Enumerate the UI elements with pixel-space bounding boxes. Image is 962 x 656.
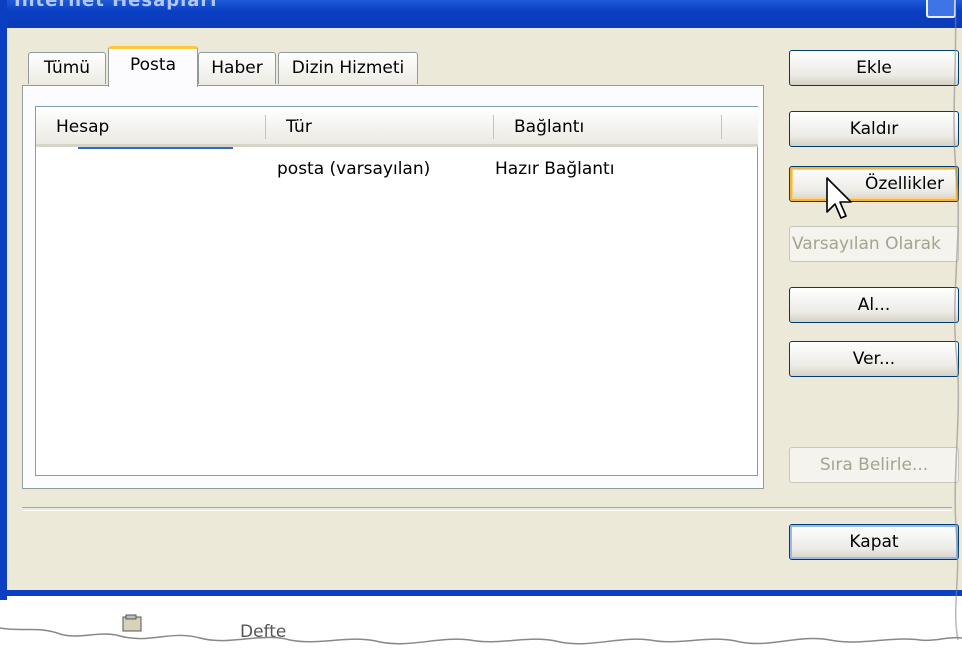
mouse-cursor-icon <box>826 177 852 219</box>
tab-mail-label: Posta <box>130 55 176 75</box>
torn-edge-decoration <box>0 0 962 652</box>
tab-mail[interactable]: Posta <box>108 46 198 87</box>
